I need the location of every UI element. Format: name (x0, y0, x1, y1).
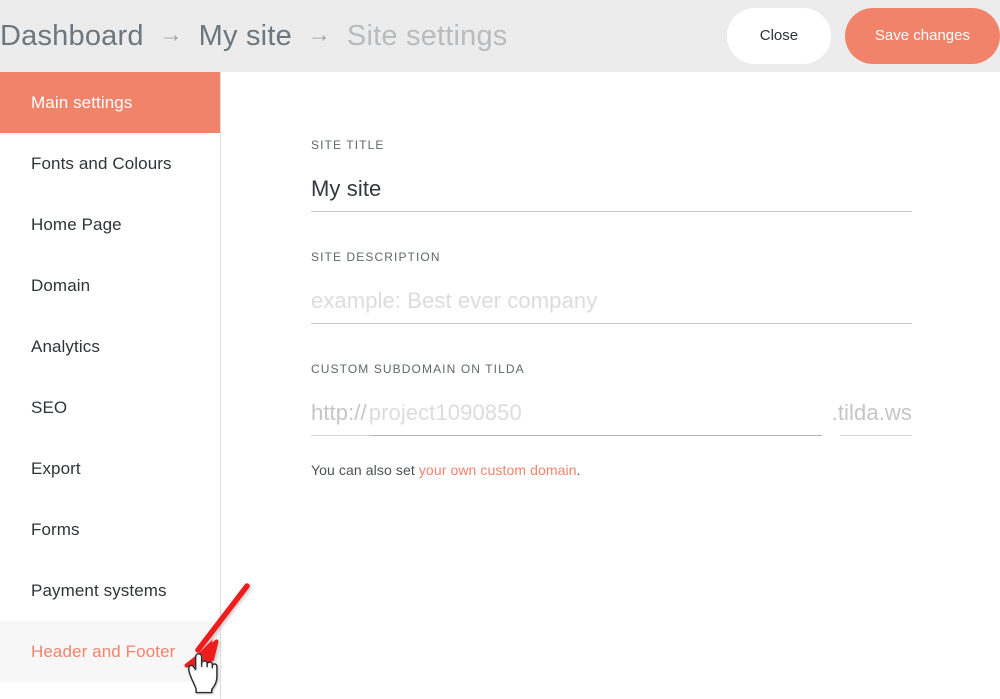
save-changes-button[interactable]: Save changes (844, 8, 1000, 64)
sidebar-item-domain[interactable]: Domain (0, 255, 220, 316)
sidebar-item-export[interactable]: Export (0, 438, 220, 499)
sidebar-item-label: Domain (31, 275, 91, 295)
sidebar-item-home-page[interactable]: Home Page (0, 194, 220, 255)
sidebar-item-label: Payment systems (31, 580, 167, 600)
app-header: Dashboard → My site → Site settings Close Sa… (0, 0, 1000, 72)
sidebar-item-label: SEO (31, 397, 68, 417)
custom-subdomain-input[interactable] (368, 398, 822, 428)
breadcrumb: Dashboard → My site → Site settings (0, 0, 508, 72)
sidebar-item-label: Export (31, 458, 81, 478)
subdomain-domain-suffix: .tilda.ws (831, 400, 912, 425)
subdomain-protocol-prefix: http:// (311, 400, 367, 425)
custom-subdomain-row: http:// .tilda.ws (311, 398, 912, 436)
helper-text-after: . (576, 462, 581, 478)
site-title-label: SITE TITLE (311, 138, 385, 152)
main-settings-form: SITE TITLE SITE DESCRIPTION CUSTOM SUBDO… (311, 138, 912, 478)
field-site-title: SITE TITLE (311, 138, 912, 212)
settings-content: SITE TITLE SITE DESCRIPTION CUSTOM SUBDO… (222, 72, 1000, 699)
site-settings-page: Dashboard → My site → Site settings Close Sa… (0, 0, 1000, 699)
field-site-description: SITE DESCRIPTION (311, 250, 912, 324)
custom-subdomain-label: CUSTOM SUBDOMAIN ON TILDA (311, 362, 525, 376)
sidebar-item-label: Main settings (31, 92, 133, 112)
site-title-input[interactable] (311, 174, 912, 204)
settings-sidebar: Main settings Fonts and Colours Home Page D… (0, 72, 221, 699)
custom-domain-link[interactable]: your own custom domain (419, 462, 577, 478)
site-title-underline (311, 174, 912, 212)
sidebar-item-label: Forms (31, 519, 80, 539)
site-description-underline (311, 286, 912, 324)
sidebar-item-label: Header and Footer (31, 641, 176, 661)
sidebar-item-header-and-footer[interactable]: Header and Footer (0, 621, 220, 682)
custom-domain-helper: You can also set your own custom domain. (311, 462, 912, 478)
sidebar-item-seo[interactable]: SEO (0, 377, 220, 438)
sidebar-item-label: Analytics (31, 336, 100, 356)
subdomain-prefix-underline (311, 435, 377, 436)
site-description-input[interactable] (311, 286, 912, 316)
sidebar-item-fonts-and-colours[interactable]: Fonts and Colours (0, 133, 220, 194)
close-button[interactable]: Close (726, 8, 831, 64)
field-custom-subdomain: CUSTOM SUBDOMAIN ON TILDA http:// .tilda… (311, 362, 912, 478)
sidebar-item-forms[interactable]: Forms (0, 499, 220, 560)
breadcrumb-item-my-site[interactable]: My site (199, 21, 292, 51)
site-description-label: SITE DESCRIPTION (311, 250, 441, 264)
sidebar-item-label: Fonts and Colours (31, 153, 172, 173)
subdomain-input-underline (368, 398, 822, 436)
subdomain-suffix-underline (840, 435, 912, 436)
breadcrumb-item-site-settings: Site settings (346, 19, 508, 52)
breadcrumb-separator: → (159, 20, 183, 47)
breadcrumb-item-dashboard[interactable]: Dashboard (0, 21, 144, 51)
helper-text-before: You can also set (311, 462, 419, 478)
breadcrumb-separator: → (307, 20, 331, 47)
sidebar-item-main-settings[interactable]: Main settings (0, 72, 220, 133)
header-actions: Close Save changes (726, 0, 1000, 72)
sidebar-item-analytics[interactable]: Analytics (0, 316, 220, 377)
sidebar-item-label: Home Page (31, 214, 122, 234)
sidebar-item-payment-systems[interactable]: Payment systems (0, 560, 220, 621)
